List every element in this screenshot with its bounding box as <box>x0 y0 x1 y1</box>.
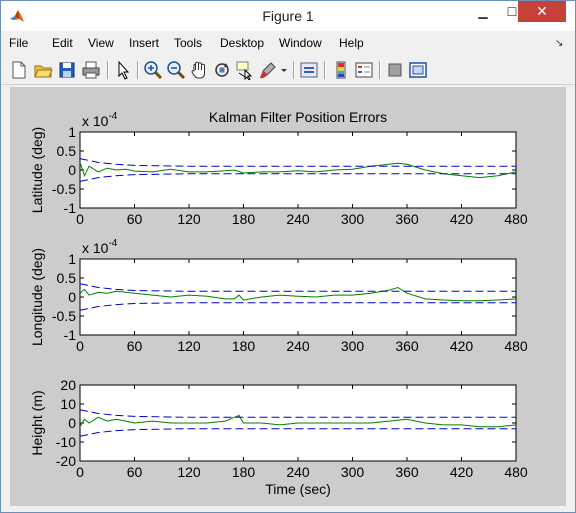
latitude-ytick-label: 0.5 <box>57 143 77 159</box>
figure-title: Kalman Filter Position Errors <box>209 109 387 125</box>
longitude-ytick-label: -0.5 <box>52 308 76 324</box>
open-file-icon[interactable] <box>33 60 53 80</box>
height-xtick-label: 120 <box>177 464 201 480</box>
insert-colorbar-icon[interactable] <box>331 60 351 80</box>
height-ytick-label: 10 <box>60 396 76 412</box>
pan-icon[interactable] <box>189 60 209 80</box>
link-plot-icon[interactable] <box>299 60 319 80</box>
latitude-xtick-label: 480 <box>504 211 528 227</box>
hide-plot-tools-icon[interactable] <box>385 60 405 80</box>
print-icon[interactable] <box>81 60 101 80</box>
maximize-icon: ☐ <box>506 4 518 19</box>
close-icon: ✕ <box>536 3 548 19</box>
minimize-icon: ▁ <box>478 4 488 19</box>
latitude-xtick-label: 120 <box>177 211 201 227</box>
minimize-button[interactable]: ▁ <box>469 1 497 22</box>
height-xtick-label: 300 <box>341 464 365 480</box>
latitude-xtick-label: 60 <box>127 211 143 227</box>
menu-tools[interactable]: Tools <box>174 36 202 50</box>
menu-insert[interactable]: Insert <box>129 36 159 50</box>
brush-menu-icon[interactable] <box>279 60 289 80</box>
height-xtick-label: 240 <box>286 464 310 480</box>
data-cursor-icon[interactable] <box>235 60 255 80</box>
height-xtick-label: 180 <box>232 464 256 480</box>
longitude-ylabel: Longitude (deg) <box>29 248 45 346</box>
longitude-plot-area <box>79 258 517 336</box>
toolbar-separator <box>293 61 295 79</box>
height-ylabel: Height (m) <box>29 390 45 455</box>
dock-arrow-icon[interactable]: ↘ <box>555 38 563 49</box>
height-xtick-label: 60 <box>127 464 143 480</box>
latitude-ytick-label: -0.5 <box>52 181 76 197</box>
latitude-axis-exponent: x 10-4 <box>82 111 118 129</box>
height-ytick-label: 20 <box>60 377 76 393</box>
longitude-axes[interactable]: 0 60 120 180 240 300 360 420 480-1-0.500.51x 10-… <box>29 238 528 354</box>
latitude-xtick-label: 300 <box>341 211 365 227</box>
figure-canvas: Kalman Filter Position Errors 0 60 120 180 2… <box>10 87 566 506</box>
longitude-xtick-label: 180 <box>232 338 256 354</box>
toolbar-separator <box>107 61 109 79</box>
latitude-xtick-label: 420 <box>450 211 474 227</box>
latitude-plot-area <box>79 131 517 209</box>
height-xtick-label: 360 <box>395 464 419 480</box>
edit-plot-icon[interactable] <box>113 60 133 80</box>
height-xtick-label: 480 <box>504 464 528 480</box>
insert-legend-icon[interactable] <box>354 60 374 80</box>
height-ytick-label: -20 <box>56 453 76 469</box>
longitude-axis-exponent: x 10-4 <box>82 238 118 256</box>
menu-window[interactable]: Window <box>279 36 322 50</box>
longitude-exponent-power: -4 <box>108 238 117 249</box>
latitude-xtick-label: 0 <box>76 211 84 227</box>
longitude-ytick-label: 0.5 <box>57 270 77 286</box>
height-ytick-label: -10 <box>56 434 76 450</box>
longitude-xtick-label: 60 <box>127 338 143 354</box>
longitude-xtick-label: 360 <box>395 338 419 354</box>
figure-toolbar <box>1 56 575 85</box>
zoom-in-icon[interactable] <box>143 60 163 80</box>
save-icon[interactable] <box>57 60 77 80</box>
latitude-xtick-label: 240 <box>286 211 310 227</box>
show-plot-tools-icon[interactable] <box>408 60 428 80</box>
menu-desktop[interactable]: Desktop <box>220 36 264 50</box>
longitude-xtick-label: 120 <box>177 338 201 354</box>
latitude-xtick-label: 180 <box>232 211 256 227</box>
rotate-3d-icon[interactable] <box>212 60 232 80</box>
latitude-exponent-power: -4 <box>108 111 117 122</box>
longitude-xtick-label: 480 <box>504 338 528 354</box>
longitude-xtick-label: 420 <box>450 338 474 354</box>
latitude-xtick-label: 360 <box>395 211 419 227</box>
toolbar-separator <box>324 61 326 79</box>
height-xtick-label: 420 <box>450 464 474 480</box>
longitude-xtick-label: 0 <box>76 338 84 354</box>
menu-bar: File Edit View Insert Tools Desktop Wind… <box>1 31 575 55</box>
menu-file[interactable]: File <box>9 36 28 50</box>
menu-help[interactable]: Help <box>339 36 364 50</box>
toolbar-separator <box>137 61 139 79</box>
title-bar: Figure 1 ▁ ☐ ✕ <box>1 1 575 31</box>
longitude-ytick-label: -1 <box>64 327 77 343</box>
brush-icon[interactable] <box>258 60 278 80</box>
latitude-ytick-label: -1 <box>64 200 77 216</box>
longitude-ytick-label: 1 <box>68 251 76 267</box>
figure-window: Figure 1 ▁ ☐ ✕ File Edit View Insert Too… <box>0 0 576 513</box>
toolbar-separator <box>379 61 381 79</box>
longitude-ytick-label: 0 <box>68 289 76 305</box>
longitude-xtick-label: 300 <box>341 338 365 354</box>
menu-edit[interactable]: Edit <box>52 36 73 50</box>
close-button[interactable]: ✕ <box>518 1 566 22</box>
height-xlabel: Time (sec) <box>265 481 331 497</box>
longitude-xtick-label: 240 <box>286 338 310 354</box>
height-ytick-label: 0 <box>68 415 76 431</box>
new-figure-icon[interactable] <box>9 60 29 80</box>
height-xtick-label: 0 <box>76 464 84 480</box>
latitude-ytick-label: 1 <box>68 124 76 140</box>
latitude-axes[interactable]: 0 60 120 180 240 300 360 420 480-1-0.500.51x 10-… <box>29 111 528 227</box>
latitude-ylabel: Latitude (deg) <box>29 127 45 213</box>
menu-view[interactable]: View <box>88 36 114 50</box>
zoom-out-icon[interactable] <box>166 60 186 80</box>
latitude-ytick-label: 0 <box>68 162 76 178</box>
figure-plots: Kalman Filter Position Errors 0 60 120 180 2… <box>29 109 528 497</box>
height-axes[interactable]: 0 60 120 180 240 300 360 420 480-20-1001020Heigh… <box>29 377 528 497</box>
